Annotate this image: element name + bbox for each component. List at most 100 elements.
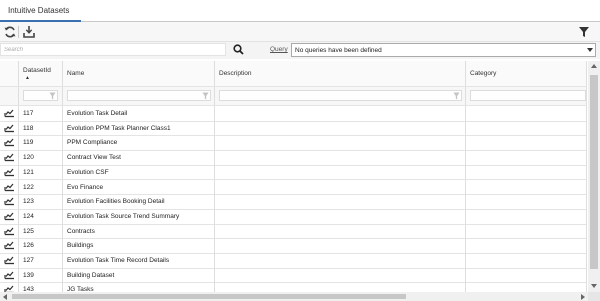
- cell-name: Evolution Facilities Booking Detail: [63, 194, 215, 209]
- search-input[interactable]: [0, 43, 226, 56]
- export-icon[interactable]: [22, 25, 36, 39]
- cell-category: [466, 267, 587, 283]
- scroll-up-icon[interactable]: [591, 64, 597, 68]
- table-row[interactable]: 143 JG Tasks: [0, 282, 587, 292]
- cell-text: Evolution Task Detail: [67, 110, 128, 117]
- tab-intuitive-datasets[interactable]: Intuitive Datasets: [0, 0, 81, 22]
- dataset-action-icon[interactable]: [4, 183, 15, 192]
- funnel-icon[interactable]: [49, 92, 56, 100]
- dataset-action-icon[interactable]: [4, 168, 15, 177]
- datasets-grid: DatasetId ▲ Name Description Category 11…: [0, 61, 587, 292]
- cell-text: 120: [23, 154, 34, 162]
- row-action-cell: [0, 208, 19, 224]
- cell-description: [215, 223, 466, 239]
- cell-dataset-id: 126: [19, 238, 63, 253]
- refresh-icon[interactable]: [3, 25, 17, 39]
- column-header-label: Category: [470, 70, 497, 77]
- funnel-icon[interactable]: [202, 92, 209, 100]
- row-action-cell: [0, 179, 19, 195]
- dataset-action-icon[interactable]: [4, 227, 15, 236]
- cell-category: [466, 120, 587, 136]
- cell-text: Evolution Facilities Booking Detail: [67, 198, 165, 206]
- horizontal-scroll-thumb[interactable]: [12, 294, 406, 299]
- cell-category: [466, 164, 587, 180]
- dataset-action-icon[interactable]: [4, 256, 15, 265]
- cell-text: PPM Compliance: [67, 139, 118, 147]
- cell-name: Evolution PPM Task Planner Class1: [63, 120, 215, 136]
- cell-description: [215, 267, 466, 283]
- query-select[interactable]: No queries have been defined: [291, 43, 596, 57]
- table-row[interactable]: 117 Evolution Task Detail: [0, 106, 587, 122]
- cell-name: Building Dataset: [63, 267, 215, 283]
- query-select-value: No queries have been defined: [295, 47, 382, 54]
- scroll-right-icon[interactable]: [581, 294, 585, 300]
- table-row[interactable]: 122 Evo Finance: [0, 179, 587, 196]
- search-query-row: Query No queries have been defined: [0, 42, 600, 59]
- cell-text: Evolution PPM Task Planner Class1: [67, 124, 171, 132]
- cell-dataset-id: 125: [19, 223, 63, 239]
- dataset-action-icon[interactable]: [4, 212, 15, 221]
- cell-text: Buildings: [67, 242, 94, 250]
- magnifier-icon[interactable]: [233, 44, 244, 55]
- dataset-action-icon[interactable]: [4, 285, 15, 292]
- cell-dataset-id: 127: [19, 253, 63, 268]
- dataset-action-icon[interactable]: [4, 271, 15, 280]
- table-row[interactable]: 124 Evolution Task Source Trend Summary: [0, 208, 587, 225]
- cell-text: 125: [23, 227, 34, 235]
- dataset-action-icon[interactable]: [4, 153, 15, 162]
- column-header-category[interactable]: Category: [466, 61, 587, 86]
- cell-dataset-id: 121: [19, 164, 63, 180]
- toolbar: [0, 22, 600, 42]
- table-row[interactable]: 127 Evolution Task Time Record Details: [0, 253, 587, 269]
- dataset-action-icon[interactable]: [4, 124, 15, 133]
- cell-name: Contracts: [63, 223, 215, 239]
- column-header-name[interactable]: Name: [63, 61, 215, 86]
- cell-category: [466, 253, 587, 268]
- toolbar-separator: [18, 26, 19, 38]
- vertical-scroll-thumb[interactable]: [590, 75, 598, 269]
- cell-name: Evolution Task Time Record Details: [63, 253, 215, 268]
- dataset-action-icon[interactable]: [4, 241, 15, 250]
- dataset-action-icon[interactable]: [4, 138, 15, 147]
- cell-name: Evo Finance: [63, 179, 215, 195]
- row-action-cell: [0, 282, 19, 292]
- cell-dataset-id: 139: [19, 267, 63, 283]
- scroll-down-icon[interactable]: [591, 284, 597, 288]
- filter-input-datasetid[interactable]: [23, 90, 58, 101]
- filter-cell-description: [215, 87, 466, 105]
- column-header-datasetid[interactable]: DatasetId ▲: [19, 61, 63, 86]
- cell-description: [215, 194, 466, 209]
- filter-icon[interactable]: [578, 26, 592, 40]
- grid-header-row: DatasetId ▲ Name Description Category: [0, 61, 587, 87]
- query-label[interactable]: Query: [270, 46, 288, 53]
- horizontal-scrollbar[interactable]: [0, 292, 588, 301]
- column-header-description[interactable]: Description: [215, 61, 466, 86]
- funnel-icon[interactable]: [453, 92, 460, 100]
- table-row[interactable]: 126 Buildings: [0, 238, 587, 254]
- cell-text: Evolution Task Time Record Details: [67, 257, 170, 264]
- scroll-left-icon[interactable]: [3, 294, 7, 300]
- filter-input-description[interactable]: [219, 90, 462, 101]
- filter-input-name[interactable]: [67, 90, 211, 101]
- table-row[interactable]: 121 Evolution CSF: [0, 164, 587, 181]
- table-row[interactable]: 120 Contract View Test: [0, 150, 587, 166]
- filter-input-category[interactable]: [470, 90, 586, 101]
- column-header-label: Name: [67, 70, 85, 77]
- table-row[interactable]: 119 PPM Compliance: [0, 135, 587, 152]
- dataset-action-icon[interactable]: [4, 109, 15, 118]
- cell-dataset-id: 123: [19, 194, 63, 209]
- cell-description: [215, 208, 466, 224]
- cell-text: 123: [23, 198, 34, 206]
- table-row[interactable]: 123 Evolution Facilities Booking Detail: [0, 194, 587, 210]
- table-row[interactable]: 139 Building Dataset: [0, 267, 587, 284]
- scrollbar-corner: [588, 292, 600, 301]
- vertical-scrollbar[interactable]: [588, 61, 600, 292]
- cell-name: Contract View Test: [63, 150, 215, 165]
- cell-name: Evolution Task Source Trend Summary: [63, 208, 215, 224]
- row-action-cell: [0, 253, 19, 268]
- dataset-action-icon[interactable]: [4, 197, 15, 206]
- row-action-cell: [0, 267, 19, 283]
- table-row[interactable]: 125 Contracts: [0, 223, 587, 240]
- cell-dataset-id: 117: [19, 106, 63, 121]
- table-row[interactable]: 118 Evolution PPM Task Planner Class1: [0, 120, 587, 137]
